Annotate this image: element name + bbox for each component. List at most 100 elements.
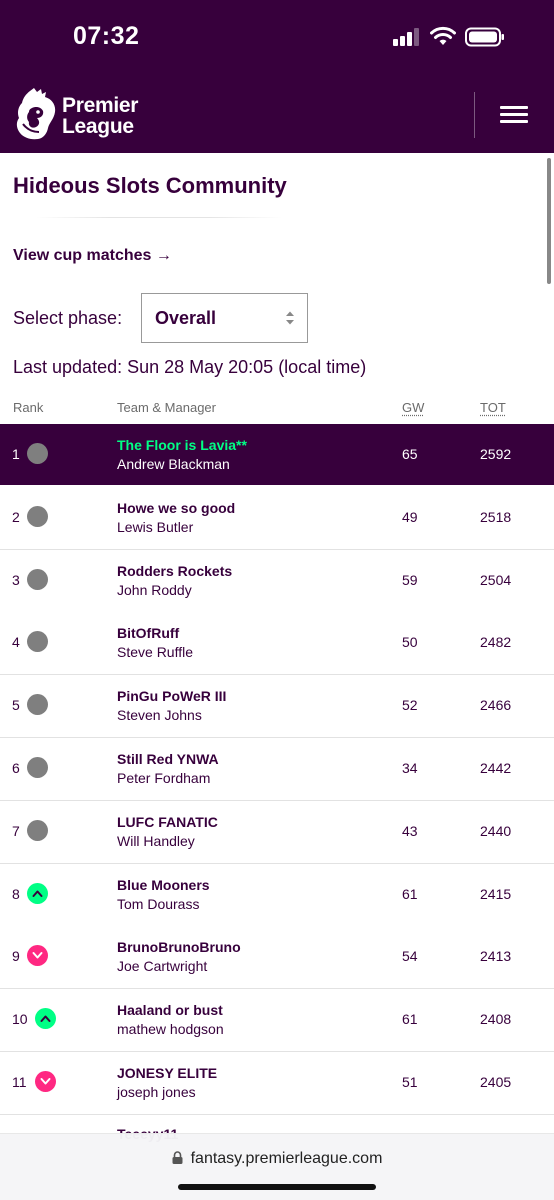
site-header: Premier League <box>0 76 554 153</box>
tot-column-header[interactable]: TOT <box>480 400 506 415</box>
table-row[interactable]: 6 Still Red YNWA Peter Fordham 34 2442 <box>0 738 554 801</box>
premier-league-logo[interactable]: Premier League <box>14 88 154 142</box>
gw-column-header[interactable]: GW <box>402 400 424 415</box>
status-time: 07:32 <box>73 22 140 50</box>
team-name-link[interactable]: BitOfRuff <box>117 625 179 641</box>
rank-column-header: Rank <box>13 400 44 415</box>
rank-same-icon <box>27 694 48 716</box>
total-points: 2415 <box>480 885 512 902</box>
url-text: fantasy.premierleague.com <box>190 1150 383 1167</box>
gameweek-points: 34 <box>402 760 418 776</box>
manager-name: Will Handley <box>117 832 195 849</box>
total-points: 2440 <box>480 822 512 839</box>
table-row[interactable]: 10 Haaland or bust mathew hodgson 61 2408 <box>0 989 554 1053</box>
phase-select[interactable]: Overall <box>141 293 308 343</box>
status-bar: 07:32 <box>0 0 554 76</box>
rank-down-icon <box>35 1071 56 1092</box>
rank-number: 11 <box>12 1074 27 1090</box>
rank-same-icon <box>27 757 48 778</box>
scrollbar-thumb[interactable] <box>547 158 551 284</box>
table-row[interactable]: 2 Howe we so good Lewis Butler 49 2518 <box>0 486 554 550</box>
rank-number: 8 <box>12 885 20 902</box>
team-name-link[interactable]: LUFC FANATIC <box>117 814 218 830</box>
gameweek-points: 52 <box>402 697 418 714</box>
table-row[interactable]: 5 PinGu PoWeR III Steven Johns 52 2466 <box>0 675 554 739</box>
cellular-signal-icon <box>393 28 423 46</box>
table-row[interactable]: 8 Blue Mooners Tom Dourass 61 2415 <box>0 863 554 927</box>
manager-name: John Roddy <box>117 581 192 598</box>
team-name-link[interactable]: PinGu PoWeR III <box>117 688 226 704</box>
manager-name: Steven Johns <box>117 707 202 724</box>
rank-number: 5 <box>12 697 20 714</box>
rank-same-icon <box>27 631 48 653</box>
team-name-link[interactable]: JONESY ELITE <box>117 1065 217 1081</box>
select-arrows-icon <box>286 311 294 325</box>
manager-name: Tom Dourass <box>117 895 200 912</box>
total-points: 2466 <box>480 697 512 714</box>
last-updated-text: Last updated: Sun 28 May 20:05 (local ti… <box>13 357 367 377</box>
total-points: 2504 <box>480 571 512 588</box>
total-points: 2592 <box>480 446 512 462</box>
gameweek-points: 65 <box>402 446 418 462</box>
phase-label: Select phase: <box>13 308 123 328</box>
table-row[interactable]: 3 Rodders Rockets John Roddy 59 2504 <box>0 549 554 613</box>
rank-same-icon <box>27 505 48 527</box>
rank-number: 10 <box>12 1011 28 1028</box>
rank-number: 7 <box>12 822 20 839</box>
team-name-link[interactable]: BrunoBrunoBruno <box>117 939 241 955</box>
logo-line-2: League <box>62 115 134 138</box>
phase-select-value: Overall <box>155 308 217 328</box>
gameweek-points: 50 <box>402 634 418 651</box>
total-points: 2482 <box>480 634 512 651</box>
battery-icon <box>465 27 505 47</box>
total-points: 2442 <box>480 760 512 776</box>
rank-up-icon <box>35 1008 56 1030</box>
rank-number: 3 <box>12 571 20 588</box>
lock-icon <box>172 1151 183 1164</box>
gameweek-points: 61 <box>402 885 418 902</box>
team-name-link[interactable]: Haaland or bust <box>117 1002 223 1018</box>
rank-number: 1 <box>12 446 20 462</box>
table-row[interactable]: 7 LUFC FANATIC Will Handley 43 2440 <box>0 800 554 864</box>
total-points: 2408 <box>480 1011 512 1028</box>
table-row[interactable]: 1 The Floor is Lavia** Andrew Blackman 65 25… <box>0 424 554 485</box>
title-divider <box>36 217 282 218</box>
total-points: 2518 <box>480 508 512 525</box>
team-name-link[interactable]: Howe we so good <box>117 500 235 516</box>
rank-up-icon <box>27 882 48 904</box>
rank-number: 6 <box>12 760 20 776</box>
table-header: Rank Team & Manager GW TOT <box>0 398 554 424</box>
manager-name: Andrew Blackman <box>117 456 230 472</box>
page-title: Hideous Slots Community <box>13 173 287 198</box>
logo-line-1: Premier <box>62 94 139 117</box>
gameweek-points: 43 <box>402 822 418 839</box>
team-name-link[interactable]: Still Red YNWA <box>117 751 219 767</box>
gameweek-points: 59 <box>402 571 418 588</box>
manager-name: joseph jones <box>117 1084 196 1100</box>
browser-url-bar[interactable]: fantasy.premierleague.com <box>0 1133 554 1200</box>
url-display[interactable]: fantasy.premierleague.com <box>0 1150 554 1168</box>
gameweek-points: 54 <box>402 948 418 965</box>
rank-same-icon <box>27 819 48 841</box>
header-divider <box>474 92 475 138</box>
home-indicator[interactable] <box>178 1184 376 1190</box>
manager-name: Lewis Butler <box>117 518 194 535</box>
team-name-link[interactable]: The Floor is Lavia** <box>117 437 247 453</box>
team-manager-column-header: Team & Manager <box>117 400 216 415</box>
total-points: 2413 <box>480 948 512 965</box>
manager-name: mathew hodgson <box>117 1021 224 1038</box>
wifi-icon <box>430 26 456 46</box>
hamburger-menu-icon[interactable] <box>500 106 528 124</box>
table-row[interactable]: 11 JONESY ELITE joseph jones 51 2405 <box>0 1052 554 1115</box>
rank-down-icon <box>27 945 48 967</box>
gameweek-points: 61 <box>402 1011 418 1028</box>
gameweek-points: 49 <box>402 508 418 525</box>
table-row[interactable]: 9 BrunoBrunoBruno Joe Cartwright 54 2413 <box>0 926 554 990</box>
team-name-link[interactable]: Rodders Rockets <box>117 563 232 579</box>
logo-wordmark: Premier League <box>62 95 138 137</box>
table-row[interactable]: 4 BitOfRuff Steve Ruffle 50 2482 <box>0 612 554 676</box>
rank-same-icon <box>27 568 48 590</box>
view-cup-matches-link[interactable]: View cup matches → <box>13 247 172 265</box>
team-name-link[interactable]: Blue Mooners <box>117 877 210 893</box>
manager-name: Peter Fordham <box>117 770 211 786</box>
